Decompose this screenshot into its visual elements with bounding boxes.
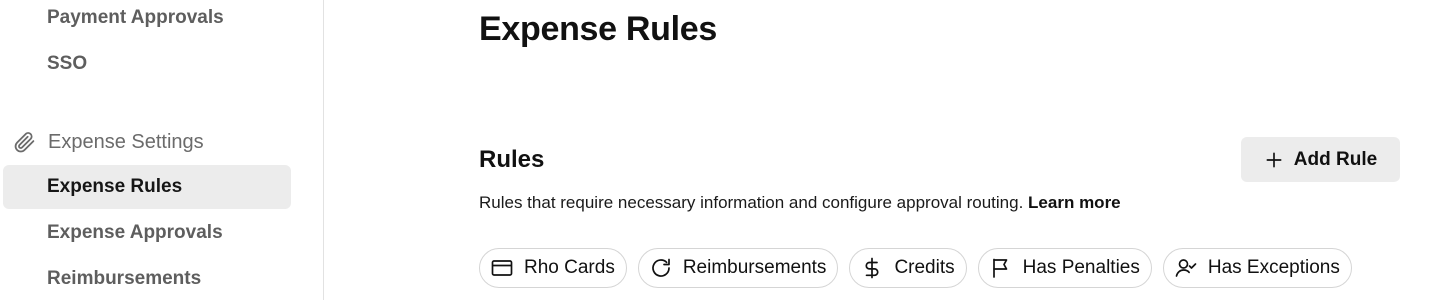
flag-icon	[992, 258, 1007, 278]
filter-chip-label: Credits	[894, 257, 955, 278]
credit-card-icon	[491, 260, 513, 276]
sidebar-item-reimbursements[interactable]: Reimbursements	[3, 257, 291, 300]
filter-chip-has-penalties[interactable]: Has Penalties	[977, 248, 1152, 288]
rule-filter-chips: Rho Cards Reimbursements Credits Has Pen…	[479, 248, 1352, 288]
sidebar-item-label: Expense Rules	[47, 176, 183, 197]
main-content: Expense Rules Rules Add Rule Rules that …	[479, 0, 1400, 300]
rules-description: Rules that require necessary information…	[479, 193, 1121, 213]
learn-more-link[interactable]: Learn more	[1028, 193, 1121, 212]
sidebar-item-label: SSO	[47, 53, 88, 74]
plus-icon	[1266, 152, 1282, 167]
sidebar-section-label: Expense Settings	[48, 130, 204, 153]
sidebar-item-expense-rules[interactable]: Expense Rules	[3, 165, 291, 209]
sidebar-item-sso[interactable]: SSO	[3, 42, 291, 86]
filter-chip-label: Reimbursements	[682, 257, 827, 278]
dollar-icon	[865, 257, 879, 279]
user-check-icon	[1175, 259, 1197, 277]
add-rule-label: Add Rule	[1293, 148, 1378, 170]
rules-description-text: Rules that require necessary information…	[479, 193, 1024, 212]
sidebar: Payment Approvals SSO Expense Settings E…	[0, 0, 324, 300]
settings-page: Payment Approvals SSO Expense Settings E…	[0, 0, 1440, 300]
add-rule-button[interactable]: Add Rule	[1241, 137, 1400, 182]
filter-chip-rho-cards[interactable]: Rho Cards	[479, 248, 627, 288]
filter-chip-has-exceptions[interactable]: Has Exceptions	[1162, 248, 1352, 288]
filter-chip-label: Rho Cards	[524, 257, 615, 278]
filter-chip-label: Has Exceptions	[1207, 257, 1340, 278]
page-title: Expense Rules	[479, 10, 717, 48]
sidebar-item-expense-approvals[interactable]: Expense Approvals	[3, 211, 291, 255]
sidebar-section-expense-settings: Expense Settings	[12, 126, 204, 158]
filter-chip-reimbursements[interactable]: Reimbursements	[637, 248, 839, 288]
sidebar-item-label: Reimbursements	[47, 268, 202, 289]
filter-chip-credits[interactable]: Credits	[849, 248, 967, 288]
sidebar-item-label: Expense Approvals	[47, 222, 223, 243]
filter-chip-label: Has Penalties	[1022, 257, 1140, 278]
refresh-icon	[651, 258, 670, 277]
sidebar-item-payment-approvals[interactable]: Payment Approvals	[3, 0, 291, 40]
sidebar-item-label: Payment Approvals	[47, 7, 224, 28]
rules-section-title: Rules	[479, 146, 545, 173]
paperclip-icon	[12, 130, 36, 154]
